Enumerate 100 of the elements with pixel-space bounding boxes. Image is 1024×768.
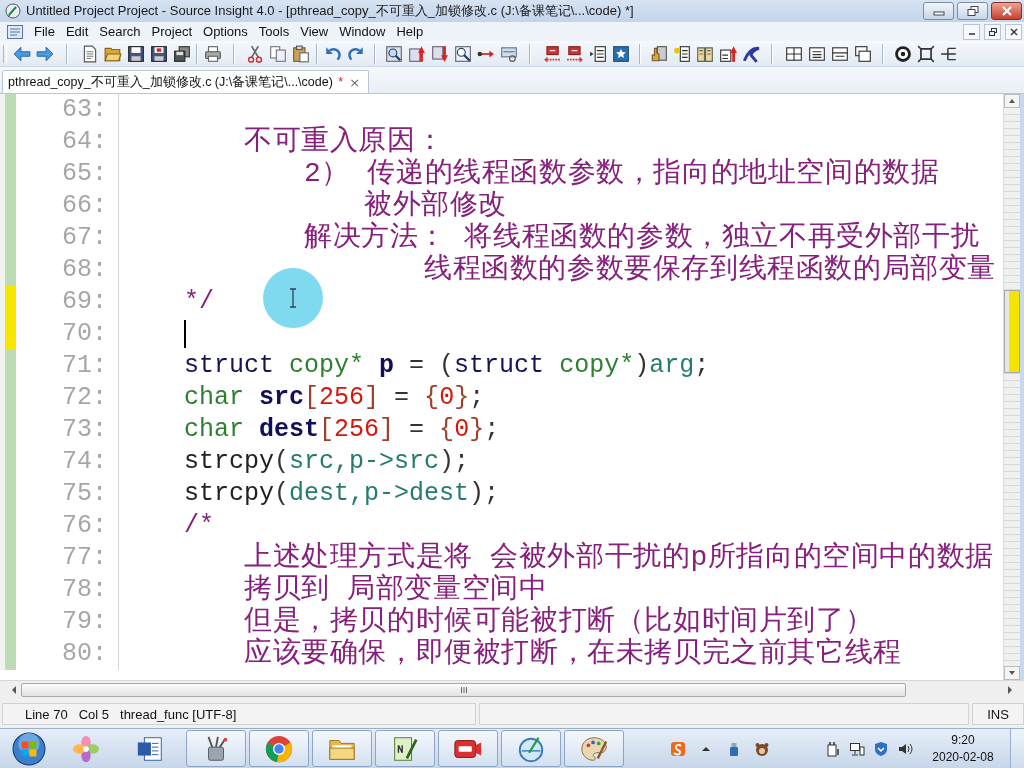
menu-item[interactable]: View — [300, 24, 329, 39]
cascade-windows-icon[interactable] — [853, 44, 872, 63]
code-line: 2） 传递的线程函数参数，指向的地址空间的数据 — [304, 158, 940, 190]
save-icon[interactable] — [126, 44, 145, 63]
line-number: 72: — [62, 383, 107, 413]
tab-close-button[interactable]: × — [347, 74, 363, 90]
close-button[interactable] — [991, 2, 1022, 20]
scrollbar-thumb[interactable] — [1004, 290, 1020, 373]
line-number: 69: — [62, 287, 107, 317]
stacked-disks-icon[interactable] — [172, 44, 191, 63]
menu-item[interactable]: Tools — [258, 24, 290, 39]
editor-tab[interactable]: pthread_copy_不可重入_加锁修改.c (J:\备课笔记\...\code) * × — [2, 70, 370, 93]
code-line: 上述处理方式是将 会被外部干扰的p所指向的空间中的数据 — [244, 542, 994, 573]
undo-icon[interactable] — [323, 44, 342, 63]
insert-mode: INS — [987, 706, 1009, 722]
horizontal-scrollbar[interactable] — [0, 680, 1024, 698]
menu-item[interactable]: Search — [99, 24, 141, 39]
vertical-scrollbar[interactable] — [1003, 94, 1020, 680]
menu-item[interactable]: Options — [203, 24, 248, 39]
code-line: strcpy(dest,p->dest); — [184, 479, 500, 509]
taskbar-app-button[interactable] — [312, 730, 372, 767]
taskbar-app-button[interactable] — [375, 730, 435, 767]
plug-icon[interactable] — [825, 740, 841, 757]
back-arrow-icon[interactable] — [12, 44, 31, 63]
code-line: strcpy(src,p->src); — [184, 447, 470, 477]
copy-icon[interactable] — [268, 44, 287, 63]
hand-pointer-icon[interactable] — [649, 44, 668, 63]
orb-icon — [12, 731, 46, 766]
open-book-icon[interactable] — [695, 44, 714, 63]
scroll-down-icon[interactable] — [1004, 666, 1020, 680]
code-line: 但是，拷贝的时候可能被打断（比如时间片到了） — [244, 606, 874, 637]
code-line: 解决方法： 将线程函数的参数，独立不再受外部干扰 — [304, 222, 980, 253]
cursor-position: Line 70 — [25, 706, 68, 722]
line-number: 65: — [62, 159, 107, 189]
line-number: 78: — [62, 575, 107, 605]
scroll-up-icon[interactable] — [1004, 94, 1020, 108]
rounded-square-icon[interactable] — [670, 740, 686, 757]
mascot-icon[interactable] — [754, 740, 770, 757]
split-window-icon[interactable] — [830, 44, 849, 63]
taskbar-app-button[interactable] — [564, 730, 624, 767]
line-number: 64: — [62, 127, 107, 157]
document-restore-button[interactable] — [984, 23, 1001, 40]
taskbar-app-button[interactable] — [438, 730, 498, 767]
pinwheel-icon[interactable] — [71, 733, 101, 764]
menu-item[interactable]: Project — [151, 24, 193, 39]
printer-icon[interactable] — [203, 44, 222, 63]
forward-arrow-icon[interactable] — [35, 44, 54, 63]
resize-frame-icon[interactable] — [916, 44, 935, 63]
document-close-button[interactable] — [1005, 23, 1022, 40]
menu-item[interactable]: Window — [339, 24, 386, 39]
code-line: char src[256] = {0}; — [184, 383, 485, 413]
grid-layout-icon[interactable] — [784, 44, 803, 63]
paste-icon[interactable] — [291, 44, 310, 63]
taskbar-app-button[interactable] — [501, 730, 561, 767]
code-line: 不可重入原因： — [244, 126, 445, 157]
document-search-icon[interactable] — [384, 44, 403, 63]
start-button[interactable] — [10, 729, 48, 768]
code-line: struct copy* p = (struct copy*)arg; — [184, 351, 710, 381]
line-number: 67: — [62, 223, 107, 253]
clock-time: 9:20 — [951, 733, 975, 747]
scrollbar-thumb[interactable] — [21, 682, 906, 697]
line-number: 70: — [62, 319, 107, 349]
ring-icon[interactable] — [893, 44, 912, 63]
restore-icon — [988, 27, 997, 36]
bookmark-arrow-left-icon[interactable] — [542, 44, 561, 63]
list-window-icon[interactable] — [7, 24, 23, 39]
document-hint-icon[interactable] — [672, 44, 691, 63]
list-arrow-icon[interactable] — [588, 44, 607, 63]
scissors-icon[interactable] — [245, 44, 264, 63]
swoosh-icon[interactable] — [741, 44, 760, 63]
web-search-icon[interactable] — [499, 44, 518, 63]
line-number: 63: — [62, 95, 107, 125]
code-line: 被外部修改 — [364, 190, 508, 221]
restore-button[interactable] — [957, 2, 988, 20]
document-down-arrow-icon[interactable] — [430, 44, 449, 63]
cursor-highlight-icon — [263, 268, 323, 328]
menu-item[interactable]: File — [34, 24, 55, 39]
bookmark-arrow-right-icon[interactable] — [565, 44, 584, 63]
document-up-arrow-icon[interactable] — [407, 44, 426, 63]
line-number: 79: — [62, 607, 107, 637]
text-window-icon[interactable] — [807, 44, 826, 63]
grip-icon — [459, 685, 468, 694]
code-line: 拷贝到 局部变量空间中 — [244, 574, 548, 606]
close-icon — [1000, 6, 1013, 16]
shield-icon[interactable] — [873, 740, 889, 757]
line-number: 73: — [62, 415, 107, 445]
cursor-position: Col 5 — [78, 706, 109, 722]
menu-item[interactable]: Help — [396, 24, 424, 39]
line-number: 80: — [62, 639, 107, 669]
line-number: 66: — [62, 191, 107, 221]
taskbar-app-button[interactable] — [186, 730, 246, 767]
line-number: 75: — [62, 479, 107, 509]
network-icon[interactable] — [849, 740, 865, 757]
document-up-arrow-icon[interactable] — [718, 44, 737, 63]
search-icon[interactable] — [453, 44, 472, 63]
function-context: thread_func [UTF-8] — [120, 706, 237, 722]
document-minimize-button[interactable] — [963, 23, 980, 40]
tricolor-circle-icon — [264, 733, 294, 764]
menu-item[interactable]: Edit — [65, 24, 89, 39]
taskbar-app-button[interactable] — [249, 730, 309, 767]
